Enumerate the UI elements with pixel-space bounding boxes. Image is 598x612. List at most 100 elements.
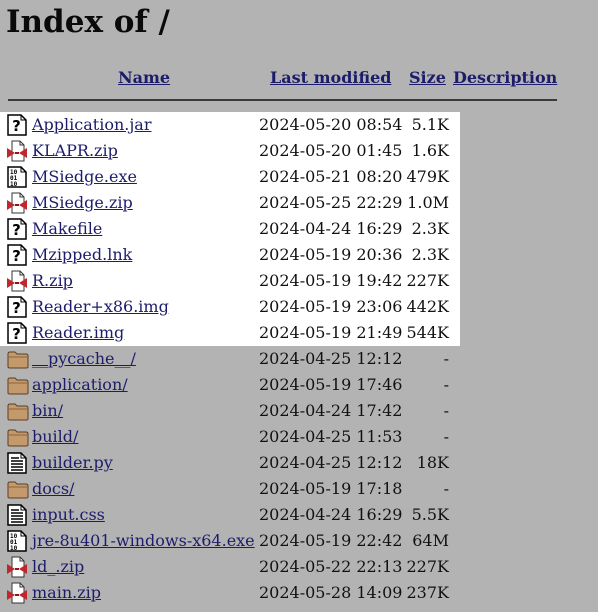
text-file-icon xyxy=(7,452,27,474)
last-modified: 2024-05-21 08:20 xyxy=(259,167,403,186)
file-link[interactable]: Makefile xyxy=(32,216,102,242)
file-row: ? Makefile 2024-04-24 16:29 2.3K xyxy=(0,216,598,242)
last-modified: 2024-05-19 17:46 xyxy=(259,375,403,394)
svg-text:?: ? xyxy=(12,247,21,265)
file-row: builder.py 2024-04-25 12:12 18K xyxy=(0,450,598,476)
svg-text:?: ? xyxy=(12,299,21,317)
file-size: 442K xyxy=(406,297,450,316)
unknown-icon: ? xyxy=(7,244,27,266)
file-row: ? Reader.img 2024-05-19 21:49 544K xyxy=(0,320,598,346)
sort-by-size-link[interactable]: Size xyxy=(409,66,446,90)
last-modified: 2024-05-19 17:18 xyxy=(259,479,403,498)
file-size: 5.1K xyxy=(411,115,449,134)
file-row: MSiedge.zip 2024-05-25 22:29 1.0M xyxy=(0,190,598,216)
file-link[interactable]: build/ xyxy=(32,424,78,450)
last-modified: 2024-05-28 14:09 xyxy=(259,583,403,602)
last-modified: 2024-05-22 22:13 xyxy=(259,557,403,576)
last-modified: 2024-05-19 21:49 xyxy=(259,323,403,342)
file-link[interactable]: Reader+x86.img xyxy=(32,294,169,320)
last-modified: 2024-05-19 23:06 xyxy=(259,297,403,316)
last-modified: 2024-05-25 22:29 xyxy=(259,193,403,212)
compressed-icon xyxy=(7,582,27,604)
last-modified: 2024-05-19 20:36 xyxy=(259,245,403,264)
file-link[interactable]: input.css xyxy=(32,502,105,528)
file-size: 227K xyxy=(406,271,450,290)
file-link[interactable]: builder.py xyxy=(32,450,113,476)
unknown-icon: ? xyxy=(7,114,27,136)
file-size: 1.0M xyxy=(407,193,449,212)
last-modified: 2024-04-25 11:53 xyxy=(259,427,403,446)
file-link[interactable]: ld_.zip xyxy=(32,554,84,580)
file-size: 237K xyxy=(406,583,450,602)
file-link[interactable]: MSiedge.zip xyxy=(32,190,133,216)
file-row: 10 01 10 MSiedge.exe 2024-05-21 08:20 479K xyxy=(0,164,598,190)
file-row: ? Application.jar 2024-05-20 08:54 5.1K xyxy=(0,112,598,138)
file-size: - xyxy=(443,349,449,368)
file-size: 2.3K xyxy=(411,219,449,238)
file-link[interactable]: KLAPR.zip xyxy=(32,138,118,164)
last-modified: 2024-04-24 16:29 xyxy=(259,505,403,524)
file-row: ld_.zip 2024-05-22 22:13 227K xyxy=(0,554,598,580)
unknown-icon: ? xyxy=(7,296,27,318)
binary-icon: 10 01 10 xyxy=(7,530,27,552)
file-link[interactable]: docs/ xyxy=(32,476,74,502)
file-link[interactable]: MSiedge.exe xyxy=(32,164,137,190)
file-row: bin/2024-04-24 17:42 - xyxy=(0,398,598,424)
last-modified: 2024-04-25 12:12 xyxy=(259,453,403,472)
compressed-icon xyxy=(7,192,27,214)
file-size: - xyxy=(443,427,449,446)
header-divider xyxy=(8,99,557,101)
svg-text:?: ? xyxy=(12,221,21,239)
last-modified: 2024-04-25 12:12 xyxy=(259,349,403,368)
file-size: 544K xyxy=(406,323,450,342)
sort-by-description-link[interactable]: Description xyxy=(453,66,557,90)
file-row: R.zip 2024-05-19 19:42 227K xyxy=(0,268,598,294)
last-modified: 2024-05-19 22:42 xyxy=(259,531,403,550)
compressed-icon xyxy=(7,556,27,578)
file-row: KLAPR.zip 2024-05-20 01:45 1.6K xyxy=(0,138,598,164)
file-link[interactable]: R.zip xyxy=(32,268,73,294)
file-size: - xyxy=(443,401,449,420)
file-row: 10 01 10 jre-8u401-windows-x64.exe 2024-05-… xyxy=(0,528,598,554)
unknown-icon: ? xyxy=(7,322,27,344)
svg-text:10: 10 xyxy=(10,545,18,552)
compressed-icon xyxy=(7,270,27,292)
file-size: 18K xyxy=(416,453,449,472)
svg-text:?: ? xyxy=(12,325,21,343)
file-size: 5.5K xyxy=(411,505,449,524)
file-size: - xyxy=(443,479,449,498)
file-link[interactable]: application/ xyxy=(32,372,128,398)
folder-icon xyxy=(7,478,29,500)
sort-by-last-modified-link[interactable]: Last modified xyxy=(270,66,391,90)
file-list: ? Application.jar 2024-05-20 08:54 5.1K KL… xyxy=(0,112,598,606)
file-link[interactable]: Reader.img xyxy=(32,320,124,346)
last-modified: 2024-05-20 08:54 xyxy=(259,115,403,134)
file-link[interactable]: main.zip xyxy=(32,580,101,606)
file-link[interactable]: Application.jar xyxy=(32,112,152,138)
file-link[interactable]: jre-8u401-windows-x64.exe xyxy=(32,528,255,554)
file-link[interactable]: Mzipped.lnk xyxy=(32,242,132,268)
binary-icon: 10 01 10 xyxy=(7,166,27,188)
folder-icon xyxy=(7,374,29,396)
folder-icon xyxy=(7,400,29,422)
sort-by-name-link[interactable]: Name xyxy=(118,66,170,90)
last-modified: 2024-05-20 01:45 xyxy=(259,141,403,160)
file-size: 227K xyxy=(406,557,450,576)
svg-text:10: 10 xyxy=(10,181,18,188)
file-row: ? Reader+x86.img 2024-05-19 23:06 442K xyxy=(0,294,598,320)
unknown-icon: ? xyxy=(7,218,27,240)
file-row: ? Mzipped.lnk 2024-05-19 20:36 2.3K xyxy=(0,242,598,268)
folder-icon xyxy=(7,348,29,370)
svg-text:?: ? xyxy=(12,117,21,135)
last-modified: 2024-04-24 17:42 xyxy=(259,401,403,420)
file-link[interactable]: __pycache__/ xyxy=(32,346,136,372)
page-title: Index of / xyxy=(6,4,170,40)
file-size: - xyxy=(443,375,449,394)
file-size: 1.6K xyxy=(411,141,449,160)
file-row: input.css 2024-04-24 16:29 5.5K xyxy=(0,502,598,528)
last-modified: 2024-05-19 19:42 xyxy=(259,271,403,290)
file-size: 479K xyxy=(406,167,450,186)
file-link[interactable]: bin/ xyxy=(32,398,63,424)
file-row: main.zip 2024-05-28 14:09 237K xyxy=(0,580,598,606)
text-file-icon xyxy=(7,504,27,526)
